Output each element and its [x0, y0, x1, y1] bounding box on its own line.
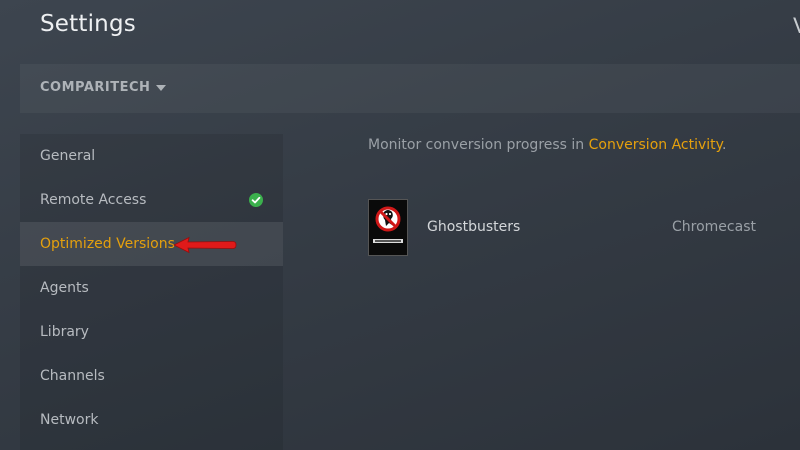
sidebar-item-label: Optimized Versions [40, 236, 175, 252]
monitor-text-lead: Monitor conversion progress in [368, 137, 589, 153]
ghostbusters-logo-icon [373, 206, 403, 243]
sidebar-item-remote-access[interactable]: Remote Access [20, 178, 283, 222]
sidebar-item-general[interactable]: General [20, 134, 283, 178]
sidebar-item-label: Library [40, 324, 89, 340]
monitor-text: Monitor conversion progress in Conversio… [368, 137, 726, 153]
server-bar: COMPARITECH [20, 64, 800, 113]
sidebar-item-channels[interactable]: Channels [20, 354, 283, 398]
sidebar-item-label: Channels [40, 368, 105, 384]
red-arrow-icon [173, 236, 237, 254]
movie-poster [368, 199, 408, 256]
caret-down-icon [156, 84, 167, 91]
settings-sidebar: General Remote Access Optimized Versions… [20, 134, 283, 450]
monitor-text-suffix: . [721, 137, 727, 153]
movie-title: Ghostbusters [427, 219, 521, 235]
sidebar-item-optimized-versions[interactable]: Optimized Versions [20, 222, 283, 266]
sidebar-item-agents[interactable]: Agents [20, 266, 283, 310]
server-selector[interactable]: COMPARITECH [40, 80, 167, 95]
sidebar-item-label: Remote Access [40, 192, 147, 208]
sidebar-item-label: Agents [40, 280, 89, 296]
page-title: Settings [40, 11, 136, 37]
sidebar-item-label: Network [40, 412, 99, 428]
sidebar-item-network[interactable]: Network [20, 398, 283, 442]
target-device: Chromecast [672, 219, 756, 235]
conversion-item[interactable]: Ghostbusters Chromecast [368, 199, 788, 256]
sidebar-item-library[interactable]: Library [20, 310, 283, 354]
conversion-activity-link[interactable]: Conversion Activity [589, 137, 722, 153]
check-icon [249, 193, 263, 207]
header-truncated-text: V [793, 14, 800, 38]
sidebar-item-label: General [40, 148, 96, 164]
server-name: COMPARITECH [40, 80, 151, 95]
